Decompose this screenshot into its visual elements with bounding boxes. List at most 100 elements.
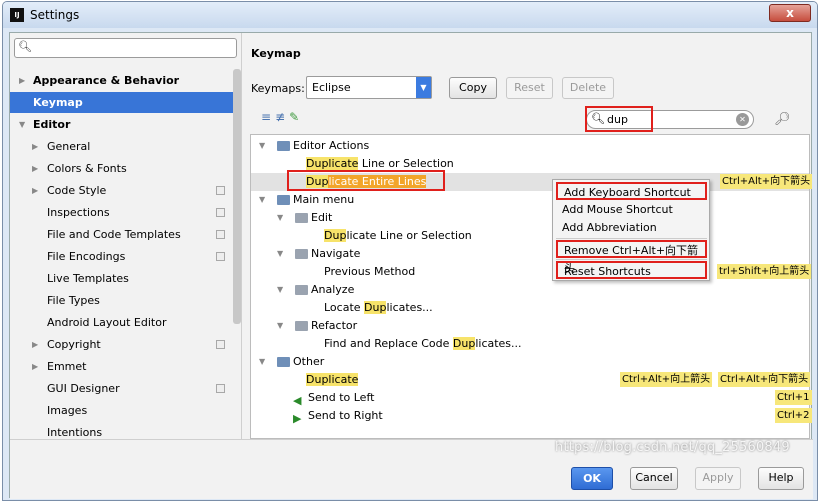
project-settings-icon [216,186,225,195]
sidebar-item-general[interactable]: ▶ General [10,136,234,157]
tree-action-locate-duplicates[interactable]: Locate Duplicates... [251,299,809,317]
help-button[interactable]: Help [758,467,804,490]
tree-node-label: Other [293,355,325,368]
tree-node-navigate[interactable]: ▼ Navigate [251,245,809,263]
sidebar-item-intentions[interactable]: Intentions [10,422,234,439]
title-bar: IJ Settings x [3,2,817,28]
tree-action-send-left[interactable]: ◀ Send to Left Ctrl+1 [251,389,812,407]
action-label: licates... [386,301,433,314]
send-right-icon: ▶ [293,412,302,425]
delete-button[interactable]: Delete [562,77,614,99]
edit-shortcut-icon[interactable]: ✎ [289,110,303,124]
sidebar-item-label: File Encodings [47,250,126,263]
clear-search-icon[interactable]: ✕ [736,113,749,126]
sidebar-item-inspections[interactable]: Inspections [10,202,234,223]
shortcut-badge: trl+Shift+向上箭头 [717,264,812,279]
chevron-down-icon: ▼ [416,77,431,98]
sidebar-item-live-templates[interactable]: Live Templates [10,268,234,289]
action-label: Locate [324,301,365,314]
chevron-down-icon: ▼ [277,213,284,222]
tree-action-send-right[interactable]: ▶ Send to Right Ctrl+2 [251,407,812,425]
folder-icon [295,213,308,223]
sidebar-item-emmet[interactable]: ▶ Emmet [10,356,234,377]
reset-button[interactable]: Reset [506,77,553,99]
menu-add-abbreviation[interactable]: Add Abbreviation [556,219,707,237]
tree-node-other[interactable]: ▼ Other [251,353,809,371]
sidebar-item-android-layout-editor[interactable]: Android Layout Editor [10,312,234,333]
tree-node-editor-actions[interactable]: ▼ Editor Actions [251,137,809,155]
collapse-all-icon[interactable]: ≢ [275,110,289,124]
menu-remove-shortcut[interactable]: Remove Ctrl+Alt+向下箭头 [556,240,707,275]
sidebar-item-code-style[interactable]: ▶ Code Style [10,180,234,201]
sidebar-item-gui-designer[interactable]: GUI Designer [10,378,234,399]
chevron-right-icon: ▶ [32,362,39,371]
keymap-select[interactable]: Eclipse ▼ [306,76,432,99]
folder-icon [277,141,290,151]
tree-action-previous-method[interactable]: Previous Method trl+Shift+向上箭头 [251,263,812,281]
project-settings-icon [216,252,225,261]
sidebar-item-label: Colors & Fonts [47,162,127,175]
annotation-box [287,170,445,191]
menu-add-mouse-shortcut[interactable]: Add Mouse Shortcut [556,201,707,219]
tree-action-find-replace-duplicates[interactable]: Find and Replace Code Duplicates... [251,335,809,353]
chevron-right-icon: ▶ [32,186,39,195]
tree-node-label: Edit [311,211,333,224]
chevron-down-icon: ▼ [277,321,284,330]
close-button[interactable]: x [769,4,811,22]
find-by-shortcut-icon[interactable]: 🔎︎ [774,112,791,127]
menu-folder-icon [277,195,290,205]
sidebar-item-images[interactable]: Images [10,400,234,421]
sidebar-item-file-types[interactable]: File Types [10,290,234,311]
window-title: Settings [30,8,80,22]
tree-node-label: Navigate [311,247,361,260]
apply-button[interactable]: Apply [695,467,741,490]
tree-node-main-menu[interactable]: ▼ Main menu [251,191,809,209]
cancel-button[interactable]: Cancel [630,467,678,490]
sidebar-item-label: Keymap [33,96,83,109]
search-icon: 🔍︎ [18,40,32,53]
sidebar-item-colors-fonts[interactable]: ▶ Colors & Fonts [10,158,234,179]
tree-action-edit-duplicate[interactable]: Duplicate Line or Selection [251,227,809,245]
tree-node-label: Refactor [311,319,358,332]
tree-node-analyze[interactable]: ▼ Analyze [251,281,809,299]
chevron-down-icon: ▼ [259,357,266,366]
sidebar-scrollbar[interactable] [233,69,241,324]
sidebar-item-label: Intentions [47,426,103,439]
ok-button[interactable]: OK [571,467,613,490]
menu-reset-shortcuts[interactable]: Reset Shortcuts [556,261,707,279]
keymaps-label: Keymaps: [251,82,305,95]
page-title: Keymap [251,47,301,60]
chevron-right-icon: ▶ [19,76,26,85]
sidebar-item-label: File Types [47,294,100,307]
sidebar-item-file-encodings[interactable]: File Encodings [10,246,234,267]
tree-node-edit[interactable]: ▼ Edit [251,209,809,227]
sidebar-item-file-code-templates[interactable]: File and Code Templates [10,224,234,245]
action-label: Line or Selection [358,157,454,170]
sidebar-item-label: General [47,140,91,153]
sidebar-item-label: Inspections [47,206,110,219]
expand-all-icon[interactable]: ≡ [261,110,275,124]
sidebar-item-appearance[interactable]: ▶ Appearance & Behavior [10,70,234,91]
shortcut-badge: Ctrl+2 [775,408,812,423]
action-label: licates... [475,337,522,350]
shortcut-badge: Ctrl+Alt+向上箭头 [620,372,713,387]
chevron-down-icon: ▼ [259,195,266,204]
tree-node-label: Editor Actions [293,139,370,152]
sidebar-item-copyright[interactable]: ▶ Copyright [10,334,234,355]
sidebar-item-label: File and Code Templates [47,228,181,241]
match-highlight: Dup [364,301,387,314]
sidebar-item-editor[interactable]: ▼ Editor [10,114,234,135]
copy-button[interactable]: Copy [449,77,497,99]
action-label: licate Line or Selection [346,229,472,242]
folder-icon [295,321,308,331]
sidebar-item-keymap[interactable]: Keymap [10,92,234,113]
annotation-box [585,106,653,132]
tree-action-other-duplicate[interactable]: Duplicate Ctrl+Alt+向上箭头 Ctrl+Alt+向下箭头 [251,371,811,389]
project-settings-icon [216,208,225,217]
menu-add-keyboard-shortcut[interactable]: Add Keyboard Shortcut [556,182,707,200]
tree-node-refactor[interactable]: ▼ Refactor [251,317,809,335]
settings-search-input[interactable]: 🔍︎ [14,38,237,58]
action-label: Send to Right [308,409,383,422]
sidebar-item-label: Android Layout Editor [47,316,167,329]
folder-icon [295,249,308,259]
